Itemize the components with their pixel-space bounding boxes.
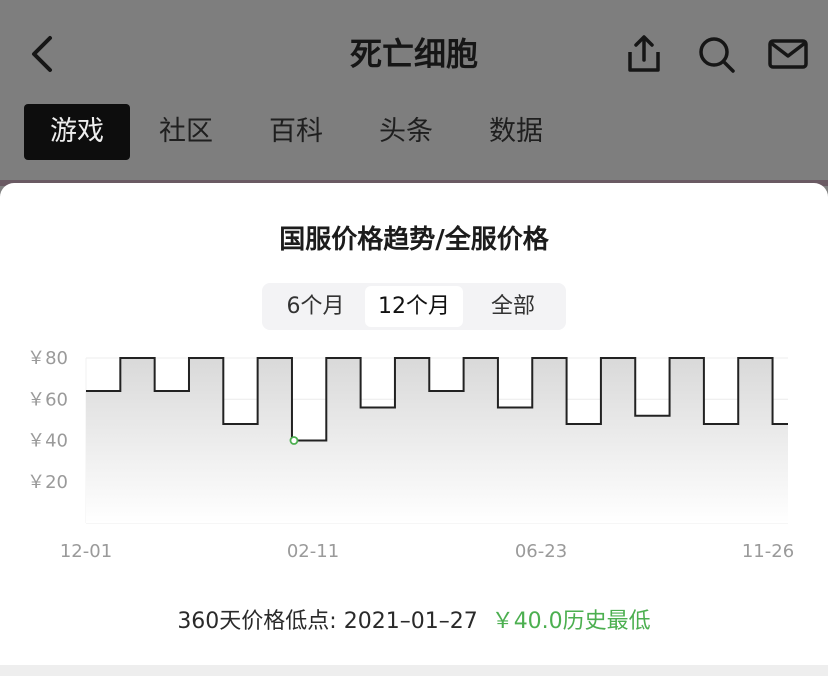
range-segmented-control: 6个月 12个月 全部 — [262, 283, 566, 330]
y-tick-label: ￥40 — [27, 431, 68, 452]
lowest-price-date: 360天价格低点: 2021–01–27 — [177, 609, 478, 634]
lowest-price-marker — [289, 436, 299, 445]
price-chart: ￥80 ￥60 ￥40 ￥20 12-01 02-11 06-23 11-26 — [27, 348, 794, 562]
tab-community[interactable]: 社区 — [132, 104, 240, 160]
mail-icon[interactable] — [766, 32, 810, 76]
share-icon[interactable] — [622, 32, 666, 76]
price-trend-sheet: 国服价格趋势/全服价格 6个月 12个月 全部 ￥80 ￥60 ￥40 ￥20 12-… — [0, 183, 828, 665]
top-header: 死亡细胞 游戏 社区 百科 头条 数据 — [0, 0, 828, 180]
range-6-months[interactable]: 6个月 — [268, 286, 363, 327]
y-tick-label: ￥60 — [27, 389, 68, 410]
x-tick-label: 06-23 — [515, 541, 567, 562]
x-tick-label: 02-11 — [287, 541, 339, 562]
range-12-months[interactable]: 12个月 — [365, 286, 463, 327]
x-tick-label: 12-01 — [60, 541, 112, 562]
bottom-divider — [0, 665, 828, 676]
search-icon[interactable] — [694, 32, 738, 76]
y-tick-label: ￥80 — [27, 348, 68, 369]
x-tick-label: 11-26 — [742, 541, 794, 562]
top-tabs: 游戏 社区 百科 头条 数据 — [24, 104, 572, 160]
sheet-title: 国服价格趋势/全服价格 — [279, 225, 549, 255]
tab-data[interactable]: 数据 — [462, 104, 570, 160]
tab-news[interactable]: 头条 — [352, 104, 460, 160]
lowest-price-info: 360天价格低点: 2021–01–27 ￥40.0历史最低 — [0, 603, 828, 635]
range-all[interactable]: 全部 — [465, 286, 561, 327]
tab-wiki[interactable]: 百科 — [242, 104, 350, 160]
price-area-fill — [86, 358, 788, 523]
tab-game[interactable]: 游戏 — [24, 104, 130, 160]
lowest-price-value: ￥40.0历史最低 — [491, 609, 651, 634]
y-tick-label: ￥20 — [27, 472, 68, 493]
